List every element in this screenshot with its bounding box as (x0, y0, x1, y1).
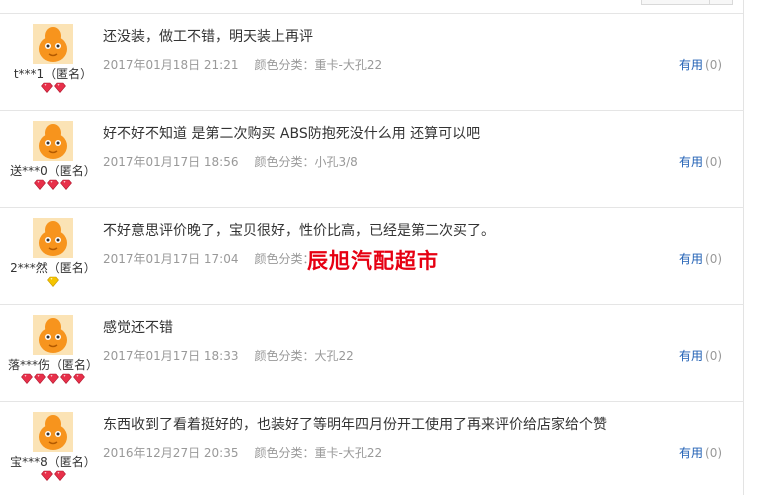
red-gem-icon (73, 373, 85, 384)
useful-button[interactable]: 有用 (0) (679, 444, 722, 461)
review-date: 2017年01月17日 17:04 (103, 252, 239, 266)
red-gem-icon (40, 82, 53, 93)
useful-label[interactable]: 有用 (679, 155, 703, 169)
review-content: 感觉还不错 (103, 320, 173, 336)
review-item: 送***0（匿名） 好不好不知道 是第二次购买 ABS防抱死没什么用 还算可以吧… (0, 111, 744, 208)
review-sku: 颜色分类：重卡-大孔22 (254, 58, 383, 72)
useful-count: (0) (705, 446, 723, 460)
yellow-diamond-icon (47, 276, 59, 287)
red-gem-icon (34, 373, 46, 384)
review-date: 2017年01月18日 21:21 (103, 58, 239, 72)
red-gem-icon (53, 82, 66, 93)
useful-count: (0) (705, 252, 723, 266)
red-gem-icon (60, 179, 72, 190)
review-item: 落***伤（匿名） 感觉还不错 2017年01月17日 18:33 颜色分类：大孔… (0, 305, 744, 402)
review-content: 不好意思评价晚了，宝贝很好，性价比高，已经是第二次买了。 (103, 223, 495, 239)
red-gem-icon (40, 470, 53, 481)
reviewer-name: 落***伤（匿名） (7, 358, 98, 372)
review-meta: 2017年01月17日 18:56 颜色分类：小孔3/8 (103, 153, 358, 170)
reviewer-name: 送***0（匿名） (10, 164, 96, 178)
review-sku: 颜色分类：小孔3/8 (254, 155, 358, 169)
review-sku: 颜色分类： (254, 252, 315, 266)
review-sku: 颜色分类：大孔22 (254, 349, 354, 363)
avatar-icon[interactable] (33, 218, 73, 258)
review-meta: 2016年12月27日 20:35 颜色分类：重卡-大孔22 (103, 444, 382, 461)
useful-label[interactable]: 有用 (679, 446, 703, 460)
useful-label[interactable]: 有用 (679, 58, 703, 72)
useful-count: (0) (705, 58, 723, 72)
useful-button[interactable]: 有用 (0) (679, 56, 722, 73)
reviewer-level-badges (0, 276, 106, 290)
avatar-icon[interactable] (33, 121, 73, 161)
red-gem-icon (53, 470, 66, 481)
review-item: t***1（匿名） 还没装，做工不错，明天装上再评 2017年01月18日 21… (0, 14, 744, 111)
useful-count: (0) (705, 155, 723, 169)
review-content: 好不好不知道 是第二次购买 ABS防抱死没什么用 还算可以吧 (103, 126, 481, 142)
shop-watermark: 辰旭汽配超市 (307, 248, 439, 273)
useful-button[interactable]: 有用 (0) (679, 347, 722, 364)
useful-label[interactable]: 有用 (679, 252, 703, 266)
red-gem-icon (47, 179, 59, 190)
red-gem-icon (21, 373, 33, 384)
reviewer-level-badges (0, 373, 106, 387)
reviewer-name: t***1（匿名） (13, 67, 93, 81)
avatar-icon[interactable] (33, 315, 73, 355)
useful-count: (0) (705, 349, 723, 363)
reviewer-name: 宝***8（匿名） (10, 455, 96, 469)
review-item: 宝***8（匿名） 东西收到了看着挺好的，也装好了等明年四月份开工使用了再来评价… (0, 402, 744, 495)
review-date: 2016年12月27日 20:35 (103, 446, 239, 460)
reviewer-name: 2***然（匿名） (10, 261, 96, 275)
useful-label[interactable]: 有用 (679, 349, 703, 363)
pager-box[interactable] (641, 0, 733, 5)
review-meta: 2017年01月17日 18:33 颜色分类：大孔22 (103, 347, 354, 364)
avatar-icon[interactable] (33, 24, 73, 64)
red-gem-icon (60, 373, 72, 384)
avatar-icon[interactable] (33, 412, 73, 452)
red-gem-icon (47, 373, 59, 384)
reviewer-level-badges (0, 470, 106, 484)
useful-button[interactable]: 有用 (0) (679, 153, 722, 170)
reviewer-level-badges (0, 179, 106, 193)
top-strip (0, 0, 744, 14)
review-sku: 颜色分类：重卡-大孔22 (254, 446, 383, 460)
useful-button[interactable]: 有用 (0) (679, 250, 722, 267)
review-meta: 2017年01月17日 17:04 颜色分类： (103, 250, 315, 267)
review-content: 东西收到了看着挺好的，也装好了等明年四月份开工使用了再来评价给店家给个赞 (103, 417, 607, 433)
reviewer-level-badges (0, 82, 106, 96)
review-date: 2017年01月17日 18:56 (103, 155, 239, 169)
review-meta: 2017年01月18日 21:21 颜色分类：重卡-大孔22 (103, 56, 382, 73)
red-gem-icon (34, 179, 46, 190)
review-date: 2017年01月17日 18:33 (103, 349, 239, 363)
review-content: 还没装，做工不错，明天装上再评 (103, 29, 313, 45)
